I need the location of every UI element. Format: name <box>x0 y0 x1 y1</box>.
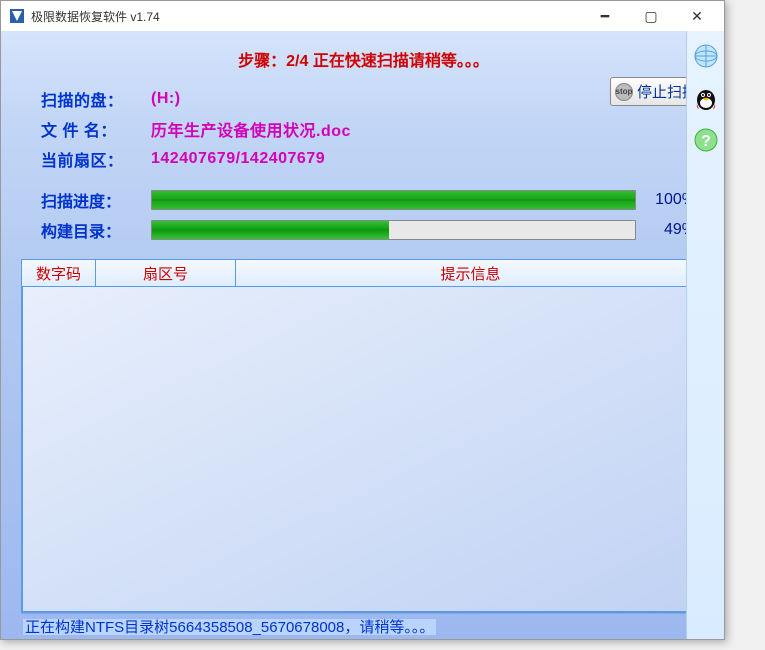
minimize-button[interactable]: ━ <box>582 2 628 30</box>
scan-progress-label: 扫描进度： <box>41 188 151 212</box>
col-sector[interactable]: 扇区号 <box>96 260 236 286</box>
scan-progress-bar <box>151 190 636 210</box>
table-header: 数字码 扇区号 提示信息 <box>21 259 706 287</box>
svg-text:?: ? <box>701 133 711 150</box>
build-progress-bar <box>151 220 636 240</box>
scan-info: 扫描的盘： (H:) 文 件 名： 历年生产设备使用状况.doc 当前扇区： 1… <box>21 85 706 185</box>
filename-value: 历年生产设备使用状况.doc <box>151 117 351 141</box>
globe-icon[interactable] <box>693 43 719 69</box>
disk-value: (H:) <box>151 90 181 108</box>
table-body <box>21 287 706 613</box>
app-window: 极限数据恢复软件 v1.74 ━ ▢ ✕ 步骤：2/4 正在快速扫描请稍等。。。… <box>0 0 725 640</box>
stop-icon: stop <box>615 83 633 101</box>
titlebar[interactable]: 极限数据恢复软件 v1.74 ━ ▢ ✕ <box>1 1 724 31</box>
sector-label: 当前扇区： <box>41 147 151 171</box>
app-icon <box>9 8 25 24</box>
scan-progress-row: 扫描进度： 100% <box>21 185 706 215</box>
status-text: 正在构建NTFS目录树5664358508_5670678008，请稍等。。。 <box>23 619 436 635</box>
qq-icon[interactable] <box>693 85 719 111</box>
col-message[interactable]: 提示信息 <box>236 260 705 286</box>
close-button[interactable]: ✕ <box>674 2 720 30</box>
build-progress-row: 构建目录： 49% <box>21 215 706 245</box>
col-code[interactable]: 数字码 <box>22 260 96 286</box>
maximize-button[interactable]: ▢ <box>628 2 674 30</box>
build-progress-fill <box>152 221 389 239</box>
build-progress-label: 构建目录： <box>41 218 151 242</box>
filename-label: 文 件 名： <box>41 117 151 141</box>
window-title: 极限数据恢复软件 v1.74 <box>31 8 582 25</box>
disk-label: 扫描的盘： <box>41 87 151 111</box>
side-panel: ? <box>686 31 724 639</box>
help-icon[interactable]: ? <box>693 127 719 153</box>
status-bar: 正在构建NTFS目录树5664358508_5670678008，请稍等。。。 <box>21 613 706 635</box>
results-table: 数字码 扇区号 提示信息 <box>21 259 706 613</box>
sector-value: 142407679/142407679 <box>151 150 325 168</box>
client-area: 步骤：2/4 正在快速扫描请稍等。。。 stop 停止扫描 扫描的盘： (H:)… <box>1 31 724 639</box>
scan-progress-fill <box>152 191 635 209</box>
step-label: 步骤：2/4 正在快速扫描请稍等。。。 <box>21 47 706 71</box>
